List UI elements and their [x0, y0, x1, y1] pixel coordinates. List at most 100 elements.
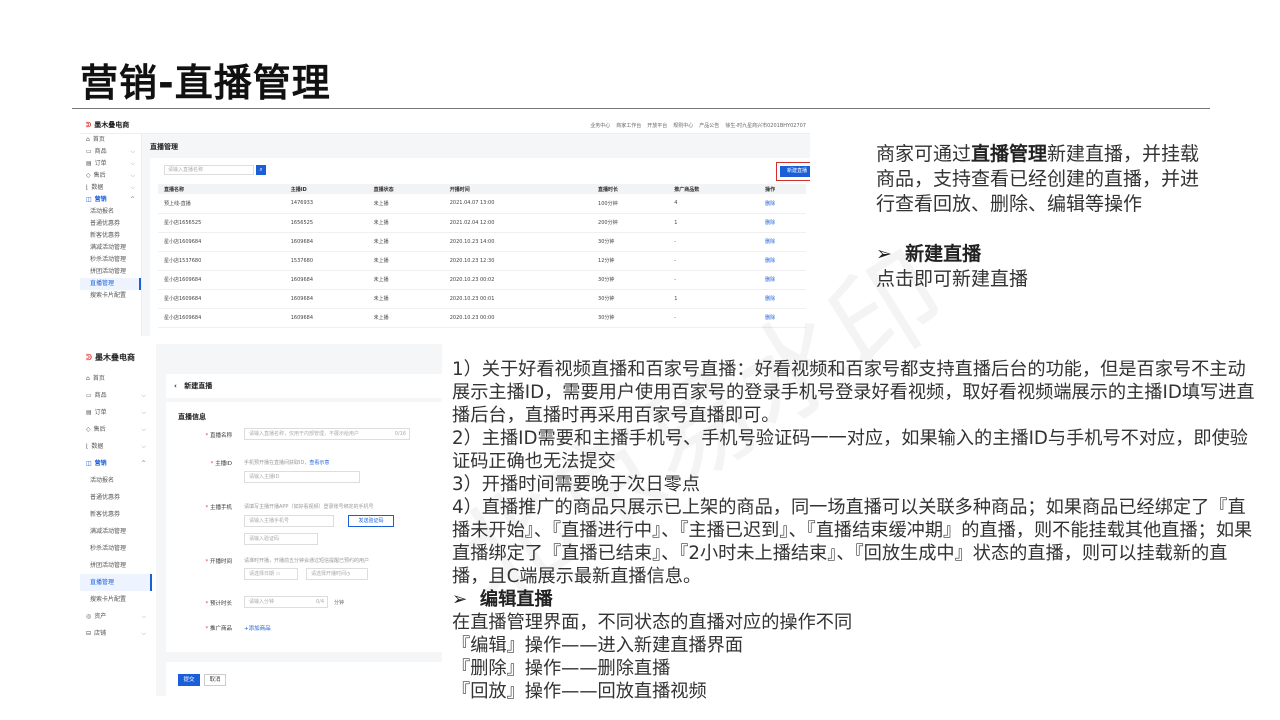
duration-input[interactable]: 请输入分钟 0/4	[244, 596, 328, 608]
back-icon[interactable]: ‹	[174, 382, 177, 390]
sidebar-item[interactable]: 直播管理	[80, 574, 152, 591]
field-label: * 直播名称	[166, 431, 232, 439]
add-product-link[interactable]: +添加商品	[244, 624, 271, 632]
sidebar-item[interactable]: 新客优惠券	[80, 506, 152, 523]
table-row: 预上线-直播 1476933 未上播 2021.04.07 13:00 100分钟 4 删除	[158, 194, 806, 214]
sidebar-item[interactable]: 秒杀活动管理	[80, 540, 152, 557]
table-cell: 12分钟	[592, 251, 669, 271]
sidebar-item[interactable]: ⌂ 首页	[80, 370, 152, 387]
verify-code-input[interactable]: 请输入验证码	[244, 533, 318, 545]
chevron-icon: ⌵	[130, 148, 135, 155]
order-icon: ▤	[86, 160, 92, 167]
placeholder: 请选择开播时间	[311, 571, 347, 577]
top-nav-item[interactable]: 产品公告	[699, 122, 719, 129]
sidebar-item[interactable]: 普通优惠券	[80, 218, 141, 230]
sidebar-item[interactable]: ◎ 资产 ⌵	[80, 608, 152, 625]
column-header: 推广商品数	[668, 184, 760, 194]
bullet-arrow-icon: ➢	[876, 243, 892, 265]
delete-link[interactable]: 删除	[759, 232, 806, 252]
delete-link[interactable]: 删除	[759, 251, 806, 271]
sidebar-item[interactable]: 新客优惠券	[80, 230, 141, 242]
label-text: 推广商品	[209, 626, 232, 632]
chevron-icon: ⌵	[141, 613, 146, 620]
sidebar-item[interactable]: 满减活动管理	[80, 242, 141, 254]
search-input[interactable]: 请输入直播名称	[164, 165, 254, 175]
intro-bold: 直播管理	[971, 143, 1048, 165]
table-cell: 未上播	[367, 308, 444, 328]
table-cell: 30分钟	[592, 232, 669, 252]
required-mark: *	[205, 433, 209, 439]
sidebar-item[interactable]: 普通优惠券	[80, 489, 152, 506]
sidebar-item[interactable]: ◫ 营销 ^	[80, 455, 152, 472]
sidebar-item[interactable]: 秒杀活动管理	[80, 254, 141, 266]
sidebar-item[interactable]: ▭ 商品 ⌵	[80, 146, 141, 158]
field-label: * 推广商品	[166, 624, 232, 632]
label-text: 预计时长	[209, 601, 232, 607]
sidebar-item[interactable]: ◇ 售后 ⌵	[80, 170, 141, 182]
search-icon: ⌕	[259, 166, 263, 173]
table-cell: -	[668, 251, 760, 271]
sidebar-item[interactable]: 直播管理	[80, 278, 141, 290]
phone-input[interactable]: 请输入主播手机号	[244, 515, 334, 527]
submit-button[interactable]: 提交	[178, 674, 200, 686]
shop-icon: ⊟	[86, 630, 92, 637]
bullet-title: 编辑直播	[479, 589, 553, 610]
label-text: 主播ID	[215, 461, 232, 467]
table-cell: 2021.02.04 12:00	[443, 213, 593, 233]
date-picker[interactable]: 请选择日期 ▭	[244, 568, 298, 580]
sidebar-item[interactable]: ▤ 订单 ⌵	[80, 404, 152, 421]
sidebar-item[interactable]: ▤ 订单 ⌵	[80, 158, 141, 170]
top-nav-item[interactable]: 规则中心	[673, 122, 693, 129]
sidebar-item-label: 店铺	[94, 630, 107, 637]
sidebar-item[interactable]: ⊟ 店铺 ⌵	[80, 625, 152, 642]
sidebar-item[interactable]: ⌊ 数据 ⌵	[80, 438, 152, 455]
table-cell: 1656525	[284, 213, 368, 233]
chevron-icon: ⌵	[141, 392, 146, 399]
sidebar-item[interactable]: 满减活动管理	[80, 523, 152, 540]
note-4: 4）直播推广的商品只展示已上架的商品，同一场直播可以关联多种商品；如果商品已经绑…	[452, 497, 1253, 587]
top-nav-item[interactable]: 商家工作台	[616, 122, 641, 129]
sidebar-item[interactable]: 拼团活动管理	[80, 266, 141, 278]
sidebar-item[interactable]: ⌂ 首页	[80, 134, 141, 146]
sidebar-item-label: 售后	[93, 172, 106, 179]
field-label: * 主播手机	[166, 503, 232, 511]
delete-link[interactable]: 删除	[759, 289, 806, 309]
anchor-id-input[interactable]: 请输入主播ID	[244, 471, 360, 483]
time-picker[interactable]: 请选择开播时间◷	[306, 568, 368, 580]
field-hint: 手机预开播在直播间获取ID，查看示意	[244, 459, 329, 466]
op-delete: 『删除』操作——删除直播	[452, 658, 671, 679]
sidebar-item-label: 搜索卡片配置	[90, 292, 127, 299]
table-row: 星小店1609684 1609684 未上播 2020.10.23 00:02 30分钟…	[158, 270, 806, 290]
sidebar-item[interactable]: ▭ 商品 ⌵	[80, 387, 152, 404]
sidebar-item[interactable]: 搜索卡片配置	[80, 290, 141, 302]
delete-link[interactable]: 删除	[759, 194, 806, 214]
sidebar-item[interactable]: ◇ 售后 ⌵	[80, 421, 152, 438]
sidebar-item-label: 普通优惠券	[90, 494, 121, 501]
delete-link[interactable]: 删除	[759, 270, 806, 290]
top-nav-item[interactable]: 徐生-时九星商兴市0201BHY02707	[725, 122, 806, 129]
sidebar-item[interactable]: 拼团活动管理	[80, 557, 152, 574]
sidebar-item[interactable]: 活动报名	[80, 206, 141, 218]
table-cell: 未上播	[367, 270, 444, 290]
sidebar-item-label: 秒杀活动管理	[90, 256, 127, 263]
search-button[interactable]: ⌕	[256, 165, 266, 175]
table-cell: 30分钟	[592, 289, 669, 309]
live-name-input[interactable]: 请输入直播名称，仅用于内部管理，不展示给用户 0/16	[244, 428, 410, 440]
note-5: 在直播管理界面，不同状态的直播对应的操作不同	[452, 612, 853, 633]
send-code-button[interactable]: 发送验证码	[348, 515, 394, 527]
sidebar-item[interactable]: 活动报名	[80, 472, 152, 489]
top-nav-item[interactable]: 业务中心	[590, 122, 610, 129]
chevron-icon: ⌵	[130, 160, 135, 167]
placeholder: 请输入分钟	[249, 599, 275, 605]
bullet-title: 新建直播	[905, 243, 982, 265]
sidebar-item[interactable]: ⌊ 数据 ⌵	[80, 182, 141, 194]
sidebar-item[interactable]: ◫ 营销 ^	[80, 194, 141, 206]
top-nav-item[interactable]: 开放平台	[647, 122, 667, 129]
delete-link[interactable]: 删除	[759, 213, 806, 233]
view-example-link[interactable]: 查看示意	[309, 460, 329, 466]
cancel-button[interactable]: 取消	[204, 674, 226, 686]
live-table: 直播名称 主播ID 直播状态 开播时间 直播时长 推广商品数 操作 预上线-直播 147693…	[158, 184, 806, 328]
delete-link[interactable]: 删除	[759, 308, 806, 328]
table-cell: 星小店1609684	[158, 232, 285, 252]
sidebar-item[interactable]: 搜索卡片配置	[80, 591, 152, 608]
